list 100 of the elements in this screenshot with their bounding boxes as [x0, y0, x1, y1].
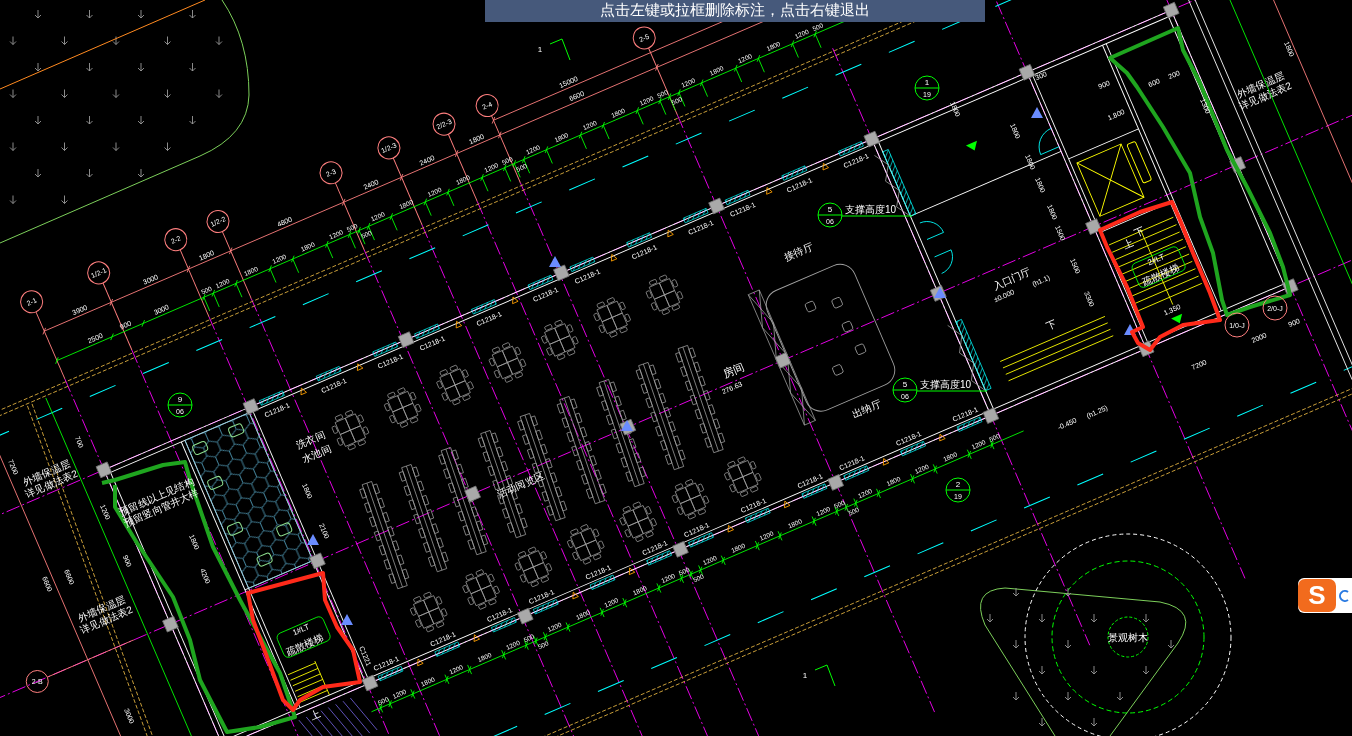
column-icon	[708, 197, 725, 215]
plan-label: 活动阅览区	[495, 469, 546, 500]
triangle-marker-icon	[1124, 324, 1136, 335]
column-icon	[1137, 340, 1155, 358]
desk-cluster-icon	[462, 569, 501, 610]
site-mark: 1	[537, 45, 543, 54]
pier-marker-icon	[455, 320, 463, 329]
column-icon	[982, 407, 1000, 424]
triangle-marker-icon	[341, 614, 353, 625]
column-icon	[516, 607, 534, 625]
chair-icon	[831, 363, 845, 377]
pier-marker-icon	[667, 229, 674, 238]
plan-label: 2#LT	[1146, 252, 1166, 268]
leader-line	[814, 664, 836, 687]
pier-marker-icon	[727, 524, 734, 533]
pier-marker-icon	[512, 296, 519, 305]
pier-marker-icon	[356, 363, 364, 371]
triangle-marker-icon	[934, 287, 946, 298]
column-icon	[863, 130, 881, 148]
column-icon	[162, 615, 179, 633]
triangle-marker-icon	[549, 256, 561, 267]
pier-marker-icon	[572, 591, 579, 600]
room-tag-frame	[275, 614, 333, 660]
leader-line	[549, 38, 571, 61]
plan-label: 1#LT	[291, 622, 311, 638]
pier-marker-icon	[628, 567, 636, 575]
sanitary-fixture-icon	[226, 520, 244, 537]
column-icon	[95, 461, 113, 479]
arrow-icon	[1171, 313, 1183, 324]
desk-cluster-icon	[331, 409, 370, 451]
desk-cluster-icon	[383, 387, 422, 429]
pier-marker-icon	[300, 387, 307, 396]
sanitary-fixture-icon	[275, 521, 294, 538]
column-icon	[553, 264, 570, 282]
sanitary-fixture-icon	[255, 551, 274, 568]
curtain-wall-drawing	[874, 149, 917, 217]
desk-cluster-icon	[514, 546, 553, 588]
column-icon	[1162, 1, 1180, 19]
pier-marker-icon	[939, 433, 946, 442]
column-icon	[1085, 218, 1102, 235]
tree-pit-ring	[1107, 616, 1149, 658]
column-icon	[1282, 278, 1299, 295]
stair-drawing	[287, 660, 330, 703]
wall-note: 预留线以上见结构 预留竖向管井大样	[117, 475, 201, 529]
axis-leader-line	[35, 311, 66, 380]
wall-note: 外墙保温层 详见做法表2	[21, 457, 80, 500]
axis-leader-line	[102, 282, 133, 351]
leader-note: 支撑高度10	[845, 204, 897, 215]
arrow-icon	[965, 140, 977, 151]
plan-label: 上	[1121, 236, 1136, 251]
column-icon	[361, 674, 379, 692]
chair-icon	[830, 296, 844, 309]
leader-line	[841, 215, 913, 217]
desk-cluster-icon	[619, 501, 658, 543]
chair-icon	[804, 300, 817, 313]
column-icon	[397, 331, 415, 348]
triangle-marker-icon	[621, 420, 633, 431]
column-icon	[464, 485, 481, 503]
plan-label: 下	[1132, 224, 1147, 239]
command-prompt-banner: 点击左键或拉框删除标注，点击右键退出	[485, 0, 985, 22]
chair-icon	[841, 320, 854, 333]
pier-marker-icon	[766, 187, 773, 195]
desk-cluster-icon	[540, 319, 579, 361]
column-icon	[672, 541, 689, 558]
pier-marker-icon	[611, 254, 618, 262]
pier-marker-icon	[473, 634, 480, 642]
desk-cluster-icon	[645, 274, 684, 316]
leader-line	[916, 390, 988, 392]
column-icon	[1229, 156, 1246, 173]
sanitary-fixture-icon	[227, 422, 246, 439]
door-swing-drawing	[919, 221, 944, 240]
triangle-marker-icon	[1031, 107, 1043, 118]
door-swing-drawing	[1038, 127, 1060, 155]
leader-note: 支撑高度10	[920, 379, 972, 390]
plan-label: 房间	[720, 360, 746, 381]
pier-marker-icon	[417, 658, 424, 667]
plan-label: 上	[308, 707, 323, 722]
ime-status-icon	[1339, 589, 1349, 602]
wall-note: 外墙保温层 详见做法表2	[1235, 69, 1294, 112]
desk-cluster-icon	[723, 456, 762, 498]
site-mark: 1	[802, 671, 808, 680]
column-icon	[827, 474, 844, 491]
sanitary-fixture-icon	[206, 475, 225, 491]
desk-cluster-icon	[671, 478, 710, 520]
column-icon	[1018, 64, 1036, 81]
pier-marker-icon	[822, 162, 829, 171]
chair-icon	[854, 342, 867, 356]
column-icon	[774, 352, 792, 369]
pier-marker-icon	[784, 500, 791, 509]
column-icon	[309, 552, 326, 570]
plan-label: 出纳厅	[850, 397, 883, 420]
plaza-label: 景观树木	[1108, 632, 1148, 643]
wall-note: 外墙保温层 详见做法表2	[76, 593, 135, 636]
sanitary-fixture-icon	[191, 440, 210, 456]
plan-label: 接待厅	[782, 240, 815, 263]
desk-cluster-icon	[488, 342, 527, 383]
ime-logo-badge: S	[1298, 579, 1336, 612]
triangle-marker-icon	[307, 534, 319, 545]
column-icon	[242, 398, 260, 415]
plan-label: 下	[1044, 317, 1059, 332]
